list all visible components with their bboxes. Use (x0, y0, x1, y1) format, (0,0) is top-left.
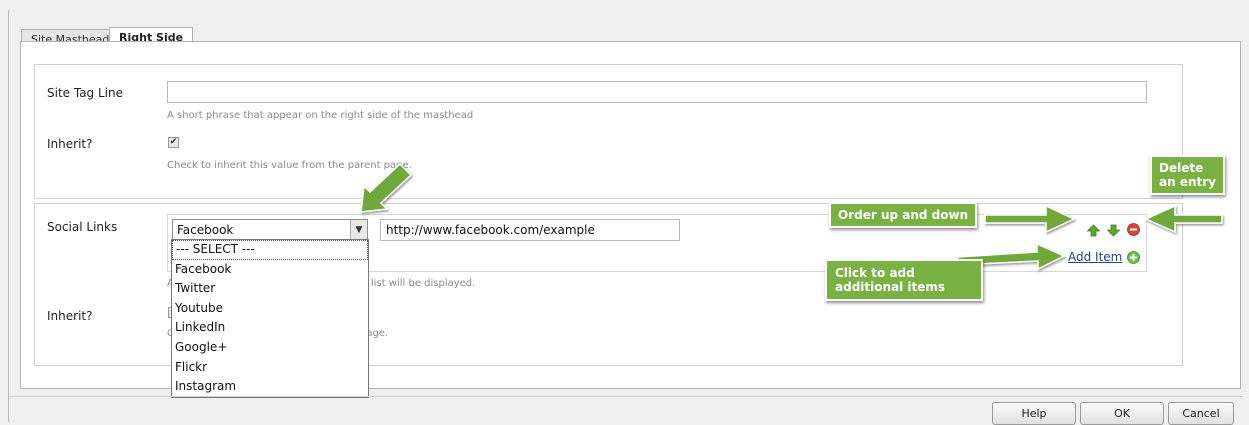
help-button[interactable]: Help (992, 402, 1076, 425)
callout-order: Order up and down (829, 202, 978, 228)
tab-panel: Site Tag Line A short phrase that appear… (20, 41, 1241, 398)
add-item-link[interactable]: Add Item (1068, 250, 1122, 264)
add-icon[interactable] (1127, 251, 1140, 264)
tagline-input[interactable] (167, 81, 1147, 103)
ok-button[interactable]: OK (1080, 402, 1164, 425)
dropdown-option[interactable]: Flickr (172, 358, 368, 378)
tagline-inherit-label: Inherit? (47, 137, 93, 151)
cancel-button[interactable]: Cancel (1168, 402, 1234, 425)
tagline-label: Site Tag Line (47, 86, 123, 100)
social-links-label: Social Links (47, 220, 118, 234)
callout-add: Click to add additional items (825, 259, 984, 301)
dropdown-option[interactable]: Twitter (172, 279, 368, 299)
callout-delete: Delete an entry (1150, 155, 1225, 195)
social-network-selected: Facebook (177, 223, 234, 237)
dropdown-option[interactable]: Google+ (172, 338, 368, 358)
tagline-inherit-checkbox[interactable]: ✔ (168, 137, 179, 148)
tagline-inherit-hint: Check to inherit this value from the par… (167, 160, 412, 171)
chevron-down-icon[interactable]: ▼ (350, 220, 367, 240)
arrow-down-icon[interactable] (1107, 224, 1120, 237)
social-inherit-label: Inherit? (47, 309, 93, 323)
arrow-up-icon[interactable] (1087, 224, 1100, 237)
dropdown-option[interactable]: --- SELECT --- (172, 240, 368, 260)
tagline-fieldset: Site Tag Line A short phrase that appear… (34, 64, 1183, 199)
dropdown-option[interactable]: Instagram (172, 377, 368, 397)
footer-divider (9, 396, 1243, 397)
dialog: Site Masthead Right Side Site Tag Line A… (8, 10, 1243, 425)
tagline-hint: A short phrase that appear on the right … (167, 110, 474, 121)
social-url-input[interactable] (380, 219, 680, 241)
dropdown-option[interactable]: Facebook (172, 260, 368, 280)
remove-icon[interactable] (1127, 223, 1140, 236)
social-network-select[interactable]: Facebook ▼ (172, 219, 368, 241)
social-network-dropdown[interactable]: --- SELECT --- Facebook Twitter Youtube … (171, 239, 369, 398)
dropdown-option[interactable]: LinkedIn (172, 318, 368, 338)
dropdown-option[interactable]: Youtube (172, 299, 368, 319)
